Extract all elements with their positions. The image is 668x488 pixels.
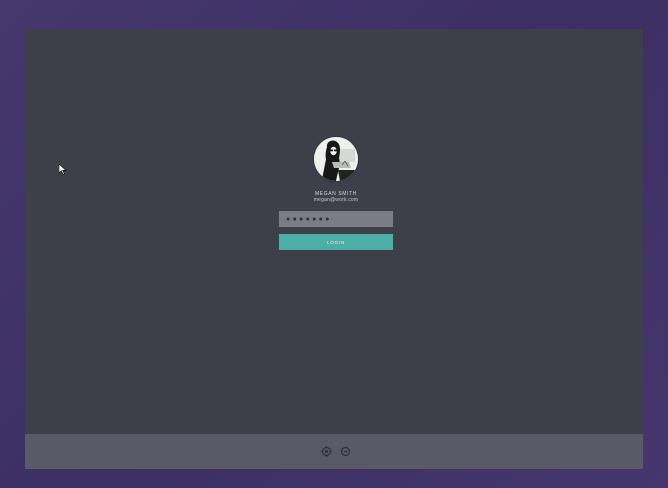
user-avatar[interactable] [314, 137, 358, 181]
login-button[interactable]: LOGIN [279, 234, 393, 250]
password-field[interactable]: ●●●●●●● [279, 211, 393, 227]
login-panel: MEGAN SMITH megan@work.com ●●●●●●● LOGIN [25, 29, 643, 434]
mouse-cursor-icon [59, 164, 67, 175]
user-email: megan@work.com [313, 197, 359, 203]
settings-icon[interactable] [321, 446, 332, 457]
user-photo [314, 137, 358, 181]
login-screen: MEGAN SMITH megan@work.com ●●●●●●● LOGIN [25, 29, 643, 469]
power-icon[interactable] [340, 446, 351, 457]
taskbar [25, 434, 643, 469]
password-mask: ●●●●●●● [286, 215, 332, 223]
